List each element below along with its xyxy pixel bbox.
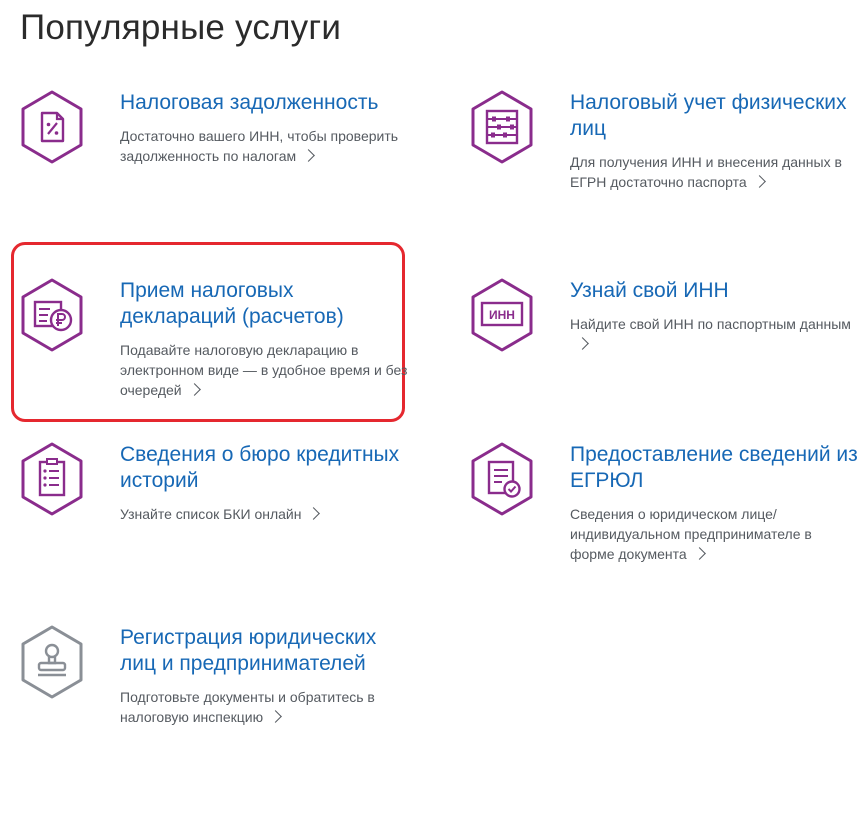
service-description: Подавайте налоговую декларацию в электро… bbox=[120, 342, 408, 398]
declaration-ruble-icon bbox=[21, 278, 83, 352]
service-title-link[interactable]: Регистрация юридических лиц и предприним… bbox=[120, 625, 410, 677]
tax-debt-document-icon bbox=[21, 90, 83, 164]
chevron-right-icon[interactable] bbox=[752, 175, 766, 188]
service-title-link[interactable]: Налоговая задолженность bbox=[120, 90, 410, 116]
document-check-icon bbox=[471, 442, 533, 516]
abacus-icon bbox=[471, 90, 533, 164]
checklist-icon bbox=[21, 442, 83, 516]
chevron-right-icon[interactable] bbox=[307, 507, 321, 520]
service-description: Сведения о юридическом лице/индивидуальн… bbox=[570, 506, 812, 562]
service-description: Для получения ИНН и внесения данных в ЕГ… bbox=[570, 154, 842, 190]
chevron-right-icon[interactable] bbox=[269, 710, 282, 723]
chevron-right-icon[interactable] bbox=[692, 547, 706, 560]
inn-icon-label: ИНН bbox=[489, 308, 515, 322]
service-title-link[interactable]: Предоставление сведений из ЕГРЮЛ bbox=[570, 442, 857, 494]
service-description: Найдите свой ИНН по паспортным данным bbox=[570, 316, 851, 332]
service-title-link[interactable]: Налоговый учет физических лиц bbox=[570, 90, 857, 142]
service-description: Подготовьте документы и обратитесь в нал… bbox=[120, 689, 375, 725]
service-description: Достаточно вашего ИНН, чтобы проверить з… bbox=[120, 128, 399, 164]
chevron-right-icon[interactable] bbox=[187, 383, 201, 396]
chevron-right-icon[interactable] bbox=[576, 337, 589, 350]
service-description: Узнайте список БКИ онлайн bbox=[120, 506, 302, 522]
inn-card-icon: ИНН bbox=[471, 278, 533, 352]
page-title: Популярные услуги bbox=[20, 8, 342, 47]
service-title-link[interactable]: Прием налоговых деклараций (расчетов) bbox=[120, 278, 410, 330]
chevron-right-icon[interactable] bbox=[302, 149, 315, 162]
stamp-icon bbox=[21, 625, 83, 699]
service-title-link[interactable]: Узнай свой ИНН bbox=[570, 278, 857, 304]
service-title-link[interactable]: Сведения о бюро кредитных историй bbox=[120, 442, 410, 494]
